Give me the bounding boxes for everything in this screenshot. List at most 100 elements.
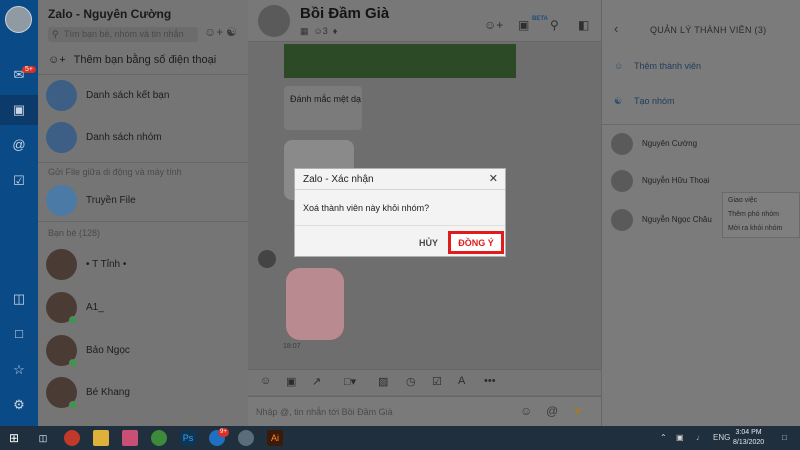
clock-time: 3:04 PM [735, 429, 762, 436]
create-group-icon[interactable]: ☯ [226, 25, 237, 39]
taskbar-badge: 9+ [218, 428, 229, 437]
back-chevron-icon[interactable]: ‹ [614, 21, 618, 36]
search-input[interactable]: ⚲ Tìm bạn bè, nhóm và tin nhắn [48, 27, 198, 42]
sticker-icon[interactable]: ☺ [260, 375, 271, 387]
divider [602, 124, 800, 125]
panel-toggle-icon[interactable]: ◧ [578, 18, 589, 32]
avatar [258, 250, 276, 268]
mention-icon[interactable]: @ [546, 404, 558, 418]
menu-item-remove-member[interactable]: Mời ra khỏi nhóm [728, 225, 782, 232]
friend-item[interactable]: A1_ [46, 290, 236, 330]
message-text: Đánh mắc mệt dạ [290, 94, 362, 104]
group-meta: ▦ ☺3 ♦ [300, 26, 337, 37]
create-group-label: Tạo nhóm [634, 96, 675, 106]
search-icon[interactable]: ⚲ [550, 18, 559, 32]
menu-item-assign-task[interactable]: Giao việc [728, 197, 757, 204]
network-icon[interactable]: ▣ [676, 433, 684, 442]
more-icon[interactable]: ••• [484, 375, 496, 387]
group-avatar[interactable] [258, 5, 290, 37]
screenshot-icon[interactable]: □ [10, 325, 28, 343]
app-icon[interactable] [64, 430, 80, 446]
mention-icon[interactable]: @ [10, 136, 28, 154]
divider [295, 189, 505, 190]
app-title: Zalo - Nguyên Cường [48, 7, 172, 21]
friend-item[interactable]: Bé Khang [46, 375, 236, 415]
zalo-taskbar-icon[interactable]: 9+ [209, 428, 229, 446]
confirm-button[interactable]: ĐỒNG Ý [448, 231, 504, 254]
friend-name: A1_ [86, 302, 104, 313]
reminder-icon[interactable]: ◷ [406, 375, 416, 388]
menu-item-add-deputy[interactable]: Thêm phó nhóm [728, 211, 779, 218]
member-name: Nguyễn Ngọc Châu [642, 215, 712, 224]
contacts-icon[interactable]: ▣ [0, 95, 38, 125]
language-indicator[interactable]: ENG [713, 433, 730, 442]
online-status-dot [69, 316, 77, 324]
shared-image[interactable] [284, 44, 516, 78]
task-icon[interactable]: ☑ [432, 375, 442, 388]
app-icon[interactable] [151, 430, 167, 446]
todo-icon[interactable]: ☑ [10, 172, 28, 190]
add-member-icon[interactable]: ☺+ [484, 18, 503, 32]
friend-item[interactable]: Bảo Ngọc [46, 333, 236, 373]
group-name[interactable]: Bồi Đầm Già [300, 5, 389, 22]
emoji-icon[interactable]: ☺ [520, 404, 532, 418]
add-member-icon: ☺ [614, 61, 624, 71]
search-placeholder: Tìm bạn bè, nhóm và tin nhắn [64, 29, 184, 39]
friends-header: Bạn bè (128) [48, 228, 101, 238]
file-transfer-item[interactable]: Truyền File [46, 183, 236, 223]
friend-requests-item[interactable]: Danh sách kết bạn [46, 78, 236, 118]
profile-avatar[interactable] [5, 6, 32, 33]
create-group-button[interactable]: ☯ Tạo nhóm [614, 96, 675, 107]
calendar-icon[interactable]: ▦ [300, 26, 309, 36]
members-icon[interactable]: ☺ [314, 26, 323, 36]
search-icon: ⚲ [52, 29, 59, 39]
chat-badge: 5+ [22, 66, 36, 73]
close-icon[interactable]: ✕ [489, 172, 498, 185]
add-by-phone-button[interactable]: ☺+ Thêm bạn bằng số điện thoại [48, 54, 216, 66]
group-list-label: Danh sách nhóm [86, 132, 162, 143]
nav-rail: ✉ 5+ ▣ @ ☑ ◫ □ ☆ ⚙ [0, 0, 38, 426]
file-explorer-icon[interactable] [93, 430, 109, 446]
members-title: QUẢN LÝ THÀNH VIÊN (3) [650, 25, 767, 35]
message-bubble[interactable]: Đánh mắc mệt dạ [284, 86, 362, 130]
screenshot-icon[interactable]: □▾ [344, 375, 356, 388]
member-name: Nguyễn Hữu Thoại [642, 176, 710, 185]
settings-gear-icon[interactable]: ⚙ [10, 396, 28, 414]
friend-requests-icon [46, 80, 77, 111]
divider [38, 74, 248, 75]
app-icon[interactable] [122, 430, 138, 446]
avatar [611, 170, 633, 192]
cancel-button[interactable]: HỦY [419, 238, 438, 248]
photoshop-icon[interactable]: Ps [180, 430, 196, 446]
thumbs-up-icon[interactable]: ♥ [574, 404, 581, 418]
illustrator-icon[interactable]: Ai [267, 430, 283, 446]
group-list-item[interactable]: Danh sách nhóm [46, 120, 236, 160]
message-composer[interactable]: Nhập @, tin nhắn tới Bồi Đầm Già ☺ @ ♥ [248, 396, 601, 426]
windows-start-icon[interactable]: ⊞ [6, 430, 22, 446]
add-member-button[interactable]: ☺ Thêm thành viên [614, 61, 701, 71]
friend-name: • T Tỉnh • [86, 259, 127, 270]
video-call-icon[interactable]: ◫ [10, 290, 28, 308]
friend-requests-label: Danh sách kết bạn [86, 90, 170, 101]
friend-name: Bảo Ngọc [86, 345, 130, 356]
add-member-label: Thêm thành viên [634, 61, 702, 71]
star-icon[interactable]: ☆ [10, 361, 28, 379]
friend-item[interactable]: • T Tỉnh • [46, 247, 236, 287]
avatar [611, 209, 633, 231]
format-text-icon[interactable]: A [458, 375, 465, 387]
video-call-icon[interactable]: ▣ [518, 18, 529, 32]
volume-icon[interactable]: ♩ [696, 433, 704, 442]
chevron-up-icon[interactable]: ⌃ [660, 433, 667, 442]
app-icon[interactable] [238, 430, 254, 446]
card-icon[interactable]: ▨ [378, 375, 388, 388]
dialog-message: Xoá thành viên này khỏi nhóm? [303, 203, 430, 213]
image-icon[interactable]: ▣ [286, 375, 296, 388]
sticker[interactable] [286, 268, 344, 340]
task-view-icon[interactable]: ◫ [35, 430, 51, 446]
attach-file-icon[interactable]: ↗ [312, 375, 321, 388]
add-friend-icon[interactable]: ☺+ [204, 25, 223, 39]
tag-icon[interactable]: ♦ [333, 26, 338, 36]
system-clock[interactable]: 3:04 PM 8/13/2020 [733, 428, 764, 448]
notifications-icon[interactable]: □ [782, 433, 787, 442]
member-row[interactable]: Nguyên Cường [611, 133, 796, 159]
